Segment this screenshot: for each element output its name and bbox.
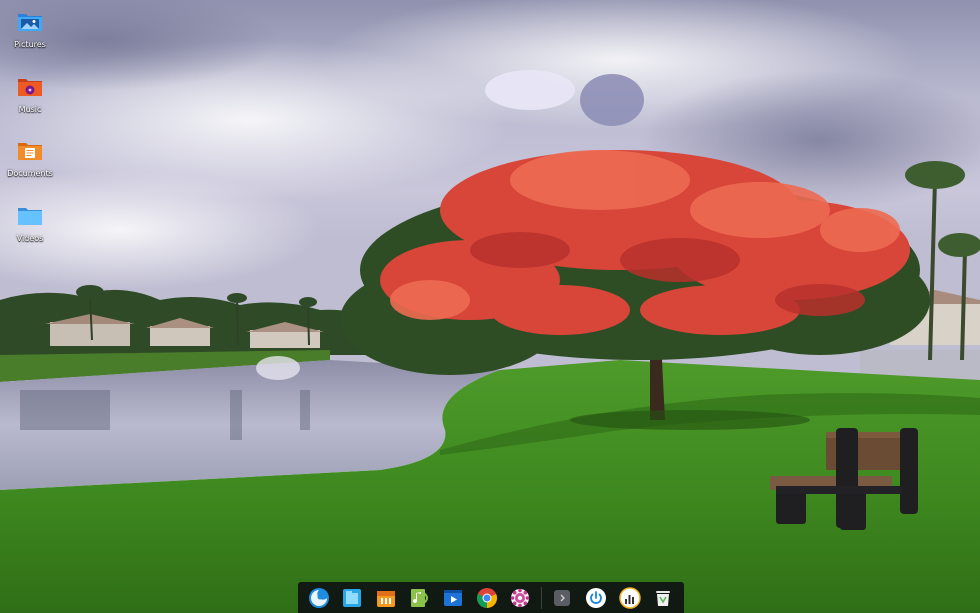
dock-trash[interactable] (650, 585, 676, 611)
pictures-folder-icon (18, 14, 42, 31)
dock-system-monitor[interactable] (617, 585, 643, 611)
dock-launcher[interactable] (306, 585, 332, 611)
desktop-icon-label: Documents (7, 169, 53, 178)
desktop-icon-pictures[interactable]: Pictures (2, 11, 58, 49)
desktop-icon-label: Pictures (14, 40, 46, 49)
movie-player-icon (444, 589, 463, 606)
dock-settings[interactable] (507, 585, 533, 611)
dock-chrome[interactable] (474, 585, 500, 611)
trash-icon (656, 590, 671, 606)
desktop[interactable]: Pictures Music Documents Videos (0, 0, 980, 613)
dock-power[interactable] (583, 585, 609, 611)
show-desktop-icon (554, 589, 571, 606)
app-store-icon (376, 590, 395, 607)
desktop-icon-label: Music (18, 105, 42, 114)
dock-app-store[interactable] (373, 585, 399, 611)
chrome-icon (476, 587, 497, 608)
dock-file-manager[interactable] (339, 585, 365, 611)
wallpaper (0, 0, 980, 613)
power-icon (585, 587, 606, 608)
settings-icon (510, 588, 530, 607)
desktop-icon-videos[interactable]: Videos (2, 205, 58, 243)
desktop-icon-music[interactable]: Music (2, 76, 58, 114)
dock-music-player[interactable] (407, 585, 433, 611)
launcher-icon (308, 587, 329, 608)
music-player-icon (410, 588, 428, 607)
music-folder-icon (18, 79, 42, 96)
file-manager-icon (343, 588, 362, 607)
desktop-icon-documents[interactable]: Documents (2, 140, 58, 178)
dock-show-desktop[interactable] (549, 585, 575, 611)
videos-folder-icon (18, 208, 42, 225)
dock-movie-player[interactable] (440, 585, 466, 611)
dock (298, 582, 684, 613)
desktop-icon-label: Videos (16, 234, 44, 243)
documents-folder-icon (18, 143, 42, 160)
dock-separator (540, 586, 542, 609)
system-monitor-icon (618, 586, 641, 609)
